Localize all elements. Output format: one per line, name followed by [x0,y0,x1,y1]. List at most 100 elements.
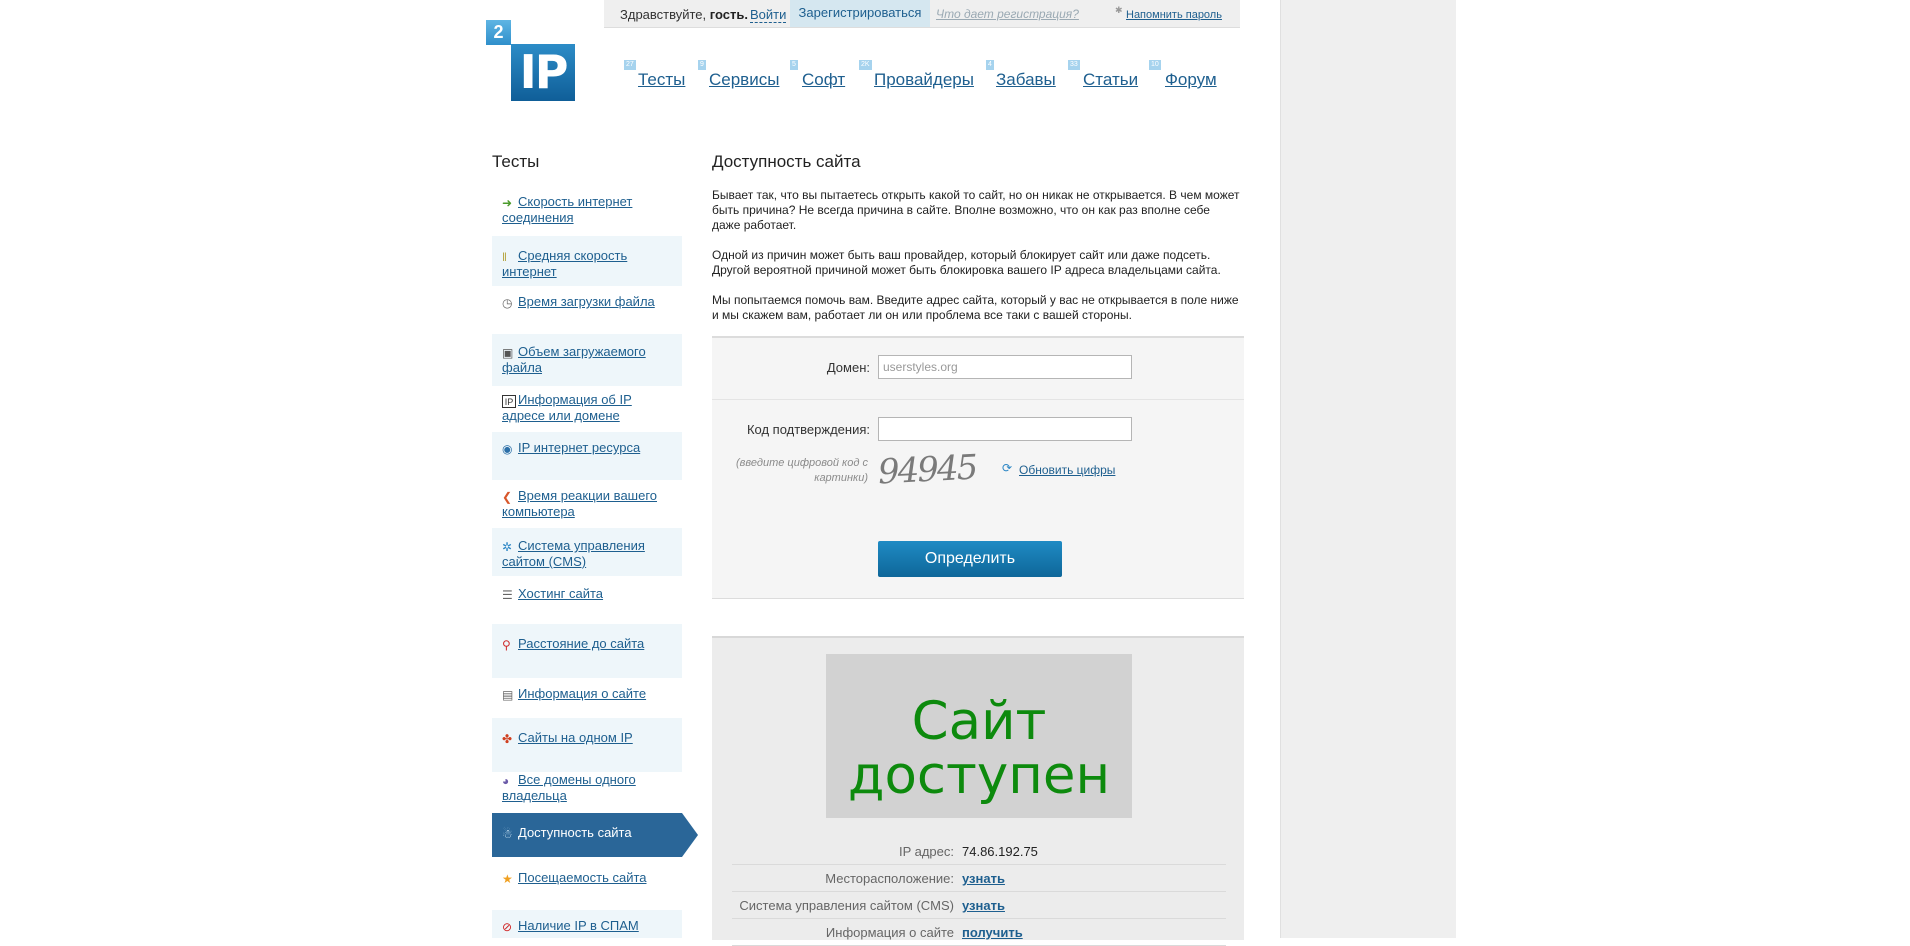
intro-paragraph: Бывает так, что вы пытаетесь открыть как… [712,188,1240,232]
nav-item-fun[interactable]: Забавы [996,70,1056,90]
site-logo[interactable]: IP [511,44,575,101]
ip-globe-icon: ◉ [502,442,513,456]
greeting-text: Здравствуйте, [620,7,707,22]
sidebar-item-label[interactable]: Объем загружаемого файла [502,344,646,375]
sidebar-item-label[interactable]: Доступность сайта [518,825,632,840]
remind-password-link[interactable]: Напомнить пароль [1126,9,1222,21]
server-icon: ☰ [502,588,513,602]
captcha-input[interactable] [878,417,1132,441]
login-link[interactable]: Войти [750,7,787,23]
nav-item-articles[interactable]: Статьи [1083,70,1138,90]
nav-item-forum[interactable]: Форум [1165,70,1217,90]
sidebar-item-cms[interactable]: ✲ Система управления сайтом (CMS) [492,528,682,576]
sidebar-item-file-volume[interactable]: ▣ Объем загружаемого файла [492,334,682,386]
register-button[interactable]: Зарегистрироваться [790,0,930,27]
sidebar-item-traffic[interactable]: ★ Посещаемость сайта [492,860,682,904]
info-key: Система управления сайтом (CMS) [739,898,954,913]
sidebar-item-connection-speed[interactable]: ➜ Скорость интернет соединения [492,190,682,234]
nav-item-services[interactable]: Сервисы [709,70,779,90]
nav-count-badge: 10 [1149,60,1161,70]
status-line: доступен [847,745,1111,806]
sidebar-item-label[interactable]: Скорость интернет соединения [502,194,632,225]
location-link[interactable]: узнать [962,871,1005,886]
nav-count-badge: 27 [624,60,636,70]
sidebar-item-shared-ip[interactable]: ✤ Сайты на одном IP [492,718,682,772]
sidebar-item-resource-ip[interactable]: ◉ IP интернет ресурса [492,432,682,480]
shared-ip-icon: ✤ [502,732,513,746]
cms-link[interactable]: узнать [962,898,1005,913]
file-size-icon: ▣ [502,346,514,360]
clock-icon: ◷ [502,296,513,310]
domain-label: Домен: [826,360,870,375]
form-divider [712,399,1244,400]
sidebar-item-hosting[interactable]: ☰ Хостинг сайта [492,578,682,618]
greeting: Здравствуйте, гость. [620,7,748,22]
bars-icon: ‖ [502,250,507,264]
sidebar-item-label[interactable]: Средняя скорость интернет [502,248,627,279]
sidebar-item-label[interactable]: Все домены одного владельца [502,772,636,803]
sidebar-item-label[interactable]: Система управления сайтом (CMS) [502,538,645,569]
top-user-bar: Здравствуйте, гость. Войти Зарегистриров… [604,0,1240,28]
nav-count-badge: 9 [698,60,706,70]
sidebar-item-site-info[interactable]: ▤ Информация о сайте [492,678,682,718]
ip-info-icon: IP [502,395,516,408]
info-row-cms: Система управления сайтом (CMS) узнать [732,892,1226,919]
info-key: IP адрес: [898,844,954,859]
nav-count-badge: 33 [1068,60,1080,70]
map-pin-icon: ⚲ [502,638,511,652]
info-key: Месторасположение: [825,871,954,886]
intro-paragraph: Одной из причин может быть ваш провайдер… [712,248,1221,277]
sidebar-item-reaction-time[interactable]: ❮ Время реакции вашего компьютера [492,482,682,526]
result-panel: Сайт доступен IP адрес: 74.86.192.75 Мес… [712,636,1244,946]
sidebar-item-label[interactable]: Сайты на одном IP [518,730,633,745]
submit-button[interactable]: Определить [878,541,1062,577]
sidebar-item-owner-domains[interactable]: ◕ Все домены одного владельца [492,772,682,812]
sidebar-item-label[interactable]: Посещаемость сайта [518,870,647,885]
why-register-link[interactable]: Что дает регистрация? [936,7,1079,21]
sidebar-item-label[interactable]: Расстояние до сайта [518,636,644,651]
info-row-site-info: Информация о сайте получить [732,919,1226,946]
site-info-icon: ▤ [502,688,514,702]
info-row-location: Месторасположение: узнать [732,865,1226,892]
captcha-hint: (введите цифровой код с картинки) [735,457,868,484]
sidebar-item-label[interactable]: Время загрузки файла [518,294,655,309]
domain-input[interactable] [878,355,1132,379]
sidebar-item-label[interactable]: IP интернет ресурса [518,440,640,455]
sidebar-item-file-load-time[interactable]: ◷ Время загрузки файла [492,288,682,328]
sidebar-item-label[interactable]: Время реакции вашего компьютера [502,488,657,519]
sidebar-item-distance[interactable]: ⚲ Расстояние до сайта [492,624,682,678]
site-logo-badge: 2 [486,20,511,45]
status-line: Сайт [911,691,1047,752]
captcha-image: 94945 [877,447,978,493]
nav-count-badge: 4 [986,60,994,70]
page-background-right [1456,0,1910,938]
sidebar-item-spam[interactable]: ⊘ Наличие IP в СПАМ [492,910,682,938]
nav-item-providers[interactable]: Провайдеры [874,70,974,90]
sidebar-item-label[interactable]: Информация о сайте [518,686,646,701]
sidebar-title: Тесты [492,152,540,171]
sidebar-item-label[interactable]: Наличие IP в СПАМ [518,918,639,933]
nav-item-soft[interactable]: Софт [802,70,845,90]
sidebar-item-average-speed[interactable]: ‖ Средняя скорость интернет [492,236,682,286]
sidebar-item-availability[interactable]: ☃ Доступность сайта [492,813,682,857]
owner-domains-icon: ◕ [502,774,510,788]
guest-name: гость. [709,7,748,22]
status-banner: Сайт доступен [826,654,1132,818]
nav-count-badge: 2K [859,60,872,70]
availability-icon: ☃ [502,827,513,841]
sidebar-item-ip-info[interactable]: IP Информация об IP адресе или домене [492,386,682,430]
spam-icon: ⊘ [502,920,513,934]
refresh-icon[interactable]: ⟳ [1002,462,1014,474]
intro-paragraph: Мы попытаемся помочь вам. Введите адрес … [712,293,1239,322]
sidebar-item-label[interactable]: Информация об IP адресе или домене [502,392,632,423]
right-gutter [1280,0,1457,938]
info-row-ip: IP адрес: 74.86.192.75 [732,838,1226,865]
availability-form: Домен: Код подтверждения: (введите цифро… [712,336,1244,599]
nav-item-tests[interactable]: Тесты [638,70,685,90]
sidebar-item-label[interactable]: Хостинг сайта [518,586,603,601]
refresh-captcha-link[interactable]: Обновить цифры [1019,463,1115,477]
nav-count-badge: 5 [790,60,798,70]
info-value: 74.86.192.75 [962,844,1038,859]
remind-bullet-icon: ✱ [1115,5,1123,15]
page-title: Доступность сайта [712,152,861,171]
